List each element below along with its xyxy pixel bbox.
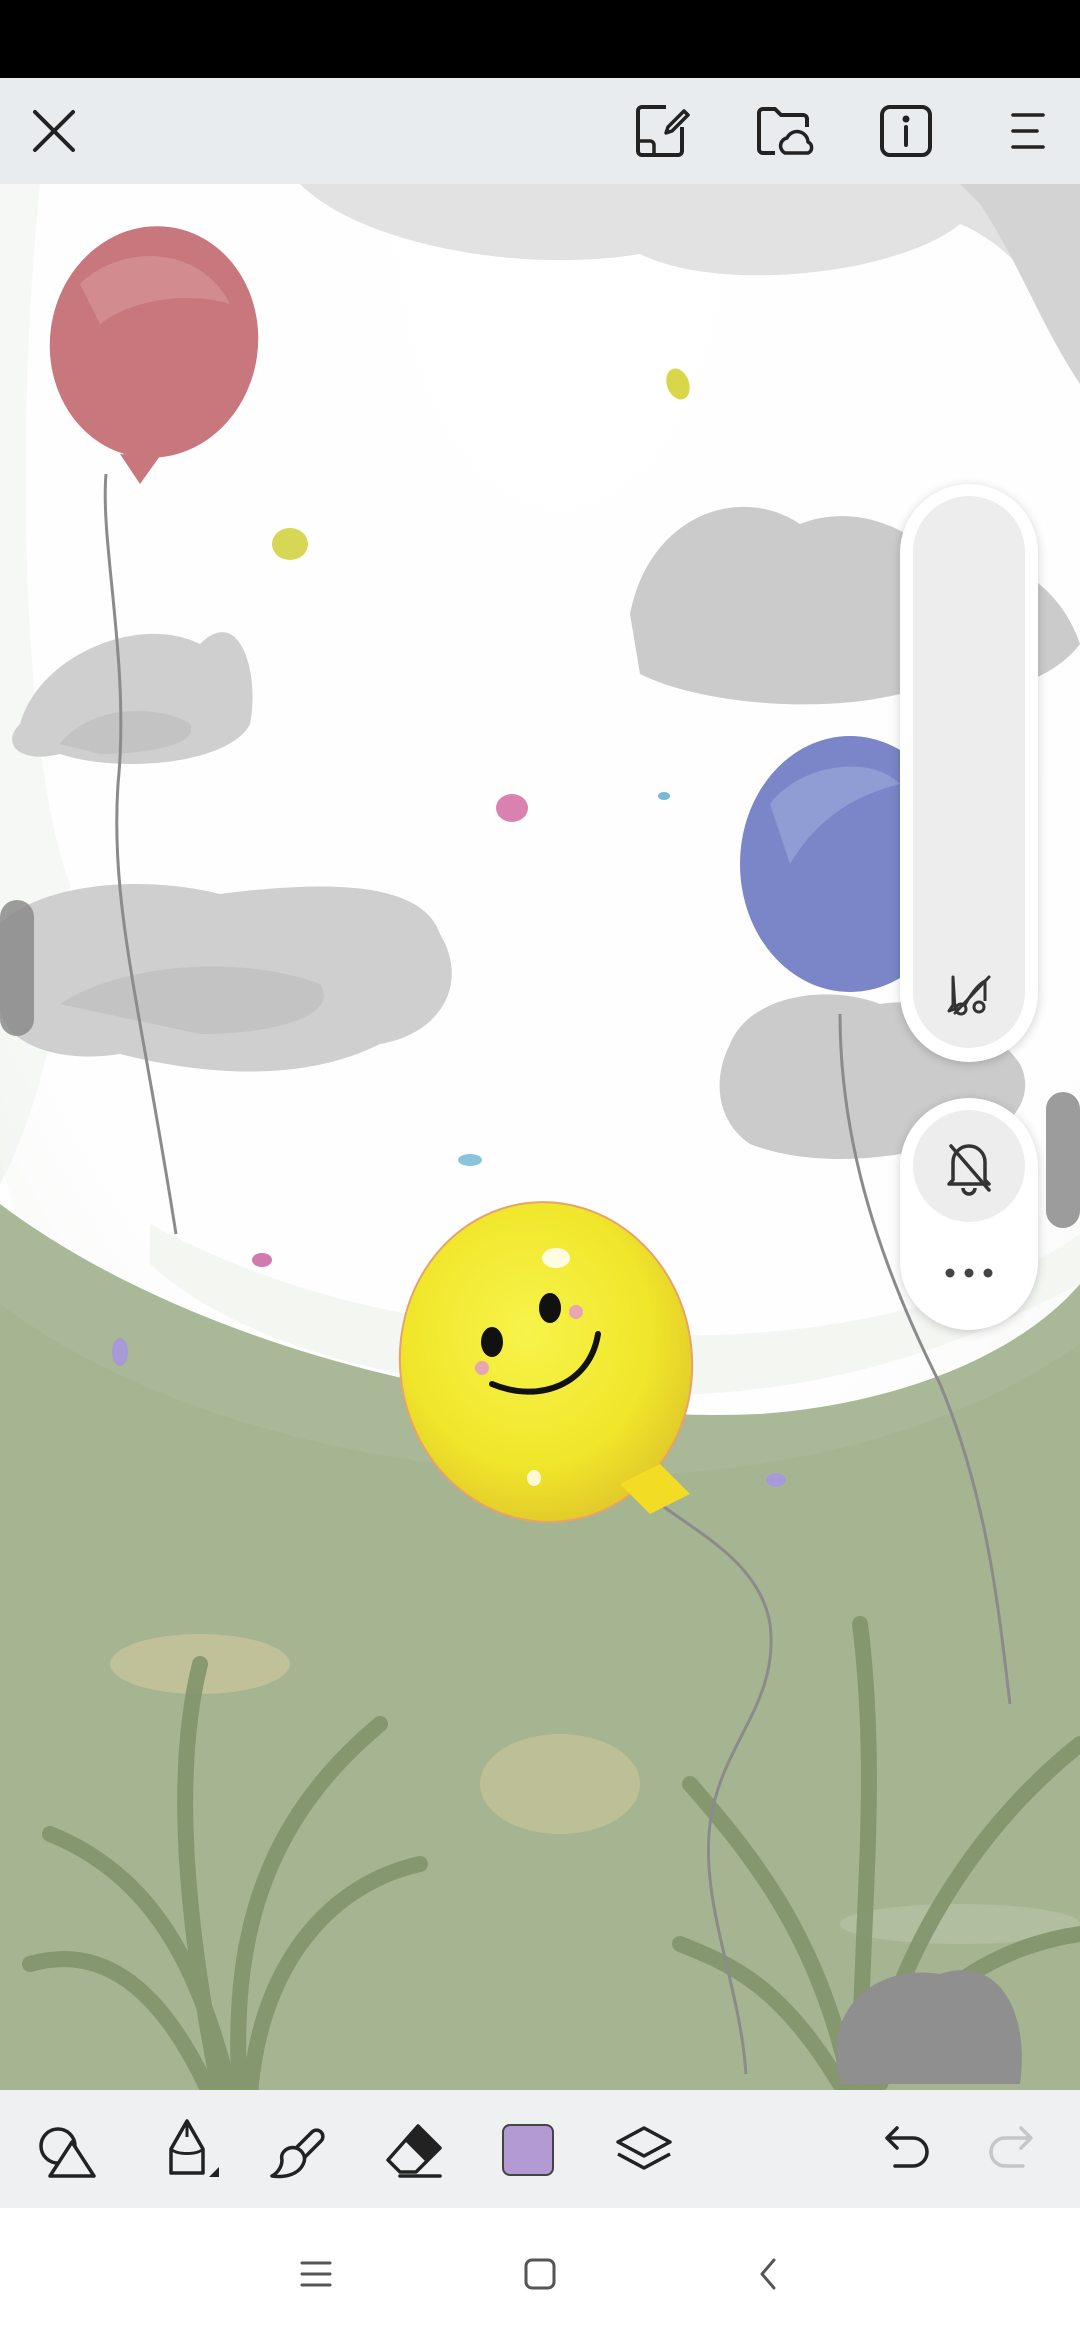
close-icon [33, 110, 75, 152]
notes-edit-button[interactable] [624, 93, 700, 169]
more-button[interactable] [929, 1248, 1009, 1298]
menu-icon [1011, 113, 1045, 149]
info-button[interactable] [868, 93, 944, 169]
home-button[interactable] [510, 2244, 570, 2304]
more-icon [945, 1268, 993, 1278]
info-icon [880, 105, 932, 157]
home-icon [524, 2258, 556, 2290]
fill-brush-button[interactable] [262, 2114, 334, 2186]
undo-button[interactable] [868, 2114, 940, 2186]
navigation-bar [0, 2208, 1080, 2340]
eraser-icon [386, 2124, 442, 2178]
bell-off-icon [947, 1144, 991, 1196]
menu-button[interactable] [989, 93, 1065, 169]
status-bar [0, 0, 1080, 78]
cloud-folder-button[interactable] [746, 93, 822, 169]
pencil-off-icon [947, 975, 991, 1016]
layers-icon [616, 2126, 672, 2170]
eraser-button[interactable] [378, 2114, 450, 2186]
redo-button[interactable] [978, 2114, 1050, 2186]
fill-brush-icon [270, 2128, 325, 2179]
shapes-button[interactable] [32, 2118, 102, 2184]
quick-actions-panel [900, 1098, 1038, 1330]
right-drawer-handle[interactable] [1046, 1092, 1080, 1228]
top-bar [0, 78, 1080, 184]
color-swatch [502, 2124, 554, 2176]
undo-icon [885, 2126, 929, 2168]
back-icon [760, 2258, 776, 2290]
shapes-icon [39, 2127, 96, 2178]
recent-apps-button[interactable] [286, 2244, 346, 2304]
pencil-icon [169, 2119, 219, 2177]
brush-size-panel [900, 484, 1038, 1062]
layers-button[interactable] [604, 2114, 684, 2186]
notes-edit-icon [636, 105, 690, 157]
close-button[interactable] [16, 93, 92, 169]
cloud-folder-icon [757, 107, 814, 155]
back-button[interactable] [738, 2244, 798, 2304]
left-drawer-handle[interactable] [0, 900, 34, 1036]
pencil-button[interactable] [150, 2112, 226, 2188]
recent-apps-icon [300, 2261, 332, 2287]
mute-button[interactable] [913, 1110, 1025, 1222]
redo-icon [989, 2126, 1033, 2168]
pencil-off-button[interactable] [940, 966, 998, 1024]
